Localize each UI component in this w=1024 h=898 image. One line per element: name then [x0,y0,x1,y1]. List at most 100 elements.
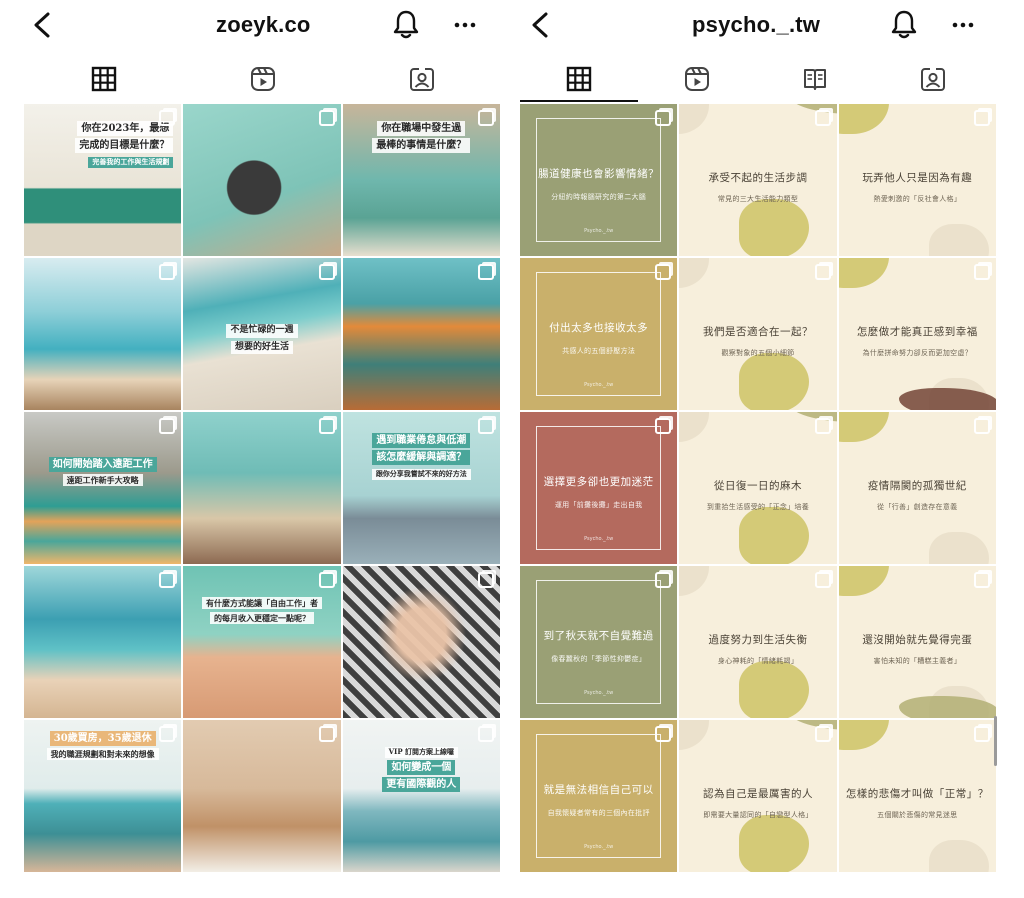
quote-card-subtitle: 五個關於悲傷的常見迷思 [877,811,958,819]
post-thumbnail[interactable] [342,566,500,718]
post-photo [183,412,341,564]
profile-tabs [0,56,512,102]
post-caption: 遇到職業倦怠與低潮 該怎麼緩解與調適？ 跟你分享我嘗試不來的好方法 [351,432,492,481]
post-thumbnail[interactable]: Psycho._.tw 腸道健康也會影響情緒？ 分紐約時報腦研究的第二大腦 [520,104,678,256]
carousel-icon [814,572,831,588]
post-thumbnail[interactable]: 遇到職業倦怠與低潮 該怎麼緩解與調適？ 跟你分享我嘗試不來的好方法 [342,412,500,564]
quote-card-title: 怎麼做才能真正感到幸福 [856,326,978,338]
post-thumbnail[interactable]: 怎樣的悲傷才叫做「正常」？ 五個關於悲傷的常見迷思 [838,720,996,872]
carousel-icon [477,264,494,280]
post-thumbnail[interactable]: 疫情隔閡的孤獨世紀 從「行善」創造存在意義 [838,412,996,564]
quote-card-brand: Psycho._.tw [584,382,614,388]
tagged-person-icon [409,67,434,91]
carousel-icon [655,726,672,742]
quote-card-title: 付出太多也接收太多 [549,322,649,334]
post-photo [342,720,500,872]
post-thumbnail[interactable]: 怎麼做才能真正感到幸福 為什麼拼命努力卻反而更加空虛？ [838,258,996,410]
carousel-icon [318,264,335,280]
carousel-icon [318,110,335,126]
quote-card-subtitle: 即需要大量認同的「自戀型人格」 [703,811,813,819]
tab-reels[interactable] [183,56,342,102]
quote-card-subtitle: 像春蠶秋的「季節性抑鬱症」 [551,655,647,663]
post-thumbnail[interactable]: 承受不起的生活步調 常見的三大生活能力類型 [679,104,837,256]
tab-guides[interactable] [756,56,874,102]
post-caption: 如何開始踏入遠距工作 遠距工作新手大攻略 [32,456,173,488]
quote-card-brand: Psycho._.tw [584,536,614,542]
post-thumbnail[interactable] [24,566,182,718]
decorative-shape [739,661,810,718]
decorative-shape [739,507,810,564]
post-thumbnail[interactable]: 你在2023年，最想 完成的目標是什麼？ 完善我的工作與生活規劃 [24,104,182,256]
tab-tagged[interactable] [342,56,501,102]
post-photo [24,566,182,718]
carousel-icon [814,418,831,434]
post-thumbnail[interactable]: Psycho._.tw 到了秋天就不自覺難過 像春蠶秋的「季節性抑鬱症」 [520,566,678,718]
carousel-icon [477,726,494,742]
post-thumbnail[interactable]: 不是忙碌的一週 想要的好生活 [183,258,341,410]
post-thumbnail[interactable]: 你在職場中發生過 最棒的事情是什麼？ [342,104,500,256]
post-photo [342,258,500,410]
carousel-icon [973,418,990,434]
post-thumbnail[interactable]: Psycho._.tw 選擇更多卻也更加迷茫 運用「前攤後攤」走出自我 [520,412,678,564]
carousel-icon [318,726,335,742]
quote-card-subtitle: 分紐約時報腦研究的第二大腦 [551,193,647,201]
post-thumbnail[interactable]: 玩弄他人只是因為有趣 熱愛刺激的「反社會人格」 [838,104,996,256]
post-thumbnail[interactable] [183,412,341,564]
carousel-icon [973,264,990,280]
quote-card-subtitle: 常見的三大生活能力類型 [717,195,799,203]
post-thumbnail[interactable]: 有什麼方式能讓「自由工作」者 的每月收入更穩定一點呢？ [183,566,341,718]
post-thumbnail[interactable]: 如何開始踏入遠距工作 遠距工作新手大攻略 [24,412,182,564]
profile-username: zoeyk.co [216,12,311,37]
carousel-icon [477,110,494,126]
carousel-icon [814,264,831,280]
quote-card-title: 疫情隔閡的孤獨世紀 [867,480,967,492]
post-thumbnail[interactable]: Psycho._.tw 付出太多也接收太多共感人的五個舒壓方法 [520,258,678,410]
quote-card-title: 還沒開始就先覺得完蛋 [862,634,973,646]
scrollbar-thumb[interactable] [994,716,997,766]
tab-reels[interactable] [638,56,756,102]
post-thumbnail[interactable]: 從日復一日的麻木到重拾生活感受的「正念」培養 [679,412,837,564]
carousel-icon [318,418,335,434]
post-thumbnail[interactable] [183,720,341,872]
tab-grid[interactable] [24,56,183,102]
quote-card-subtitle: 害怕未知的「糟糕主義者」 [873,657,962,665]
quote-card-subtitle: 到重拾生活感受的「正念」培養 [706,503,810,511]
notification-bell-icon[interactable] [890,8,918,40]
post-photo [24,258,182,410]
post-thumbnail[interactable]: 還沒開始就先覺得完蛋害怕未知的「糟糕主義者」 [838,566,996,718]
quote-card-title: 過度努力到生活失衡 [708,634,808,646]
post-thumbnail[interactable]: VIP 訂閱方案上線囉 如何變成一個 更有國際觀的人 [342,720,500,872]
post-thumbnail[interactable]: 我們是否適合在一起？ 觀察對象的五個小細節 [679,258,837,410]
quote-card-subtitle: 熱愛刺激的「反社會人格」 [873,195,962,203]
post-thumbnail[interactable] [342,258,500,410]
profile-header: psycho._.tw [512,0,1024,50]
more-options-icon[interactable] [950,14,976,36]
post-photo-overlay [342,566,500,718]
reels-icon [685,67,709,91]
carousel-icon [159,110,176,126]
post-grid: 你在2023年，最想 完成的目標是什麼？ 完善我的工作與生活規劃 你在職場中發生… [24,104,500,872]
more-options-icon[interactable] [452,14,478,36]
post-thumbnail[interactable] [183,104,341,256]
post-caption: VIP 訂閱方案上線囉 如何變成一個 更有國際觀的人 [351,744,492,793]
quote-card-title: 從日復一日的麻木 [713,480,802,492]
post-thumbnail[interactable] [24,258,182,410]
post-thumbnail[interactable]: Psycho._.tw 就是無法相信自己可以 自我懷疑者常有的三個內在批評 [520,720,678,872]
tab-tagged[interactable] [874,56,992,102]
quote-card-title: 就是無法相信自己可以 [543,784,654,796]
back-arrow-icon[interactable] [30,10,56,40]
post-thumbnail[interactable]: 認為自己是最厲害的人 即需要大量認同的「自戀型人格」 [679,720,837,872]
tab-grid[interactable] [520,56,638,102]
quote-card-subtitle: 共感人的五個舒壓方法 [562,347,636,355]
post-grid: Psycho._.tw 腸道健康也會影響情緒？ 分紐約時報腦研究的第二大腦 承受不起的… [520,104,996,872]
quote-card-title: 選擇更多卻也更加迷茫 [543,476,654,488]
post-thumbnail[interactable]: 30歲買房，35歲退休 我的職涯規劃和對未來的想像 [24,720,182,872]
back-arrow-icon[interactable] [528,10,554,40]
notification-bell-icon[interactable] [392,8,420,40]
profile-username: psycho._.tw [692,12,821,37]
post-thumbnail[interactable]: 過度努力到生活失衡 身心神耗的「情緒耗竭」 [679,566,837,718]
carousel-icon [655,110,672,126]
carousel-icon [159,726,176,742]
decorative-shape [739,815,810,872]
profile-tabs [512,56,1024,102]
